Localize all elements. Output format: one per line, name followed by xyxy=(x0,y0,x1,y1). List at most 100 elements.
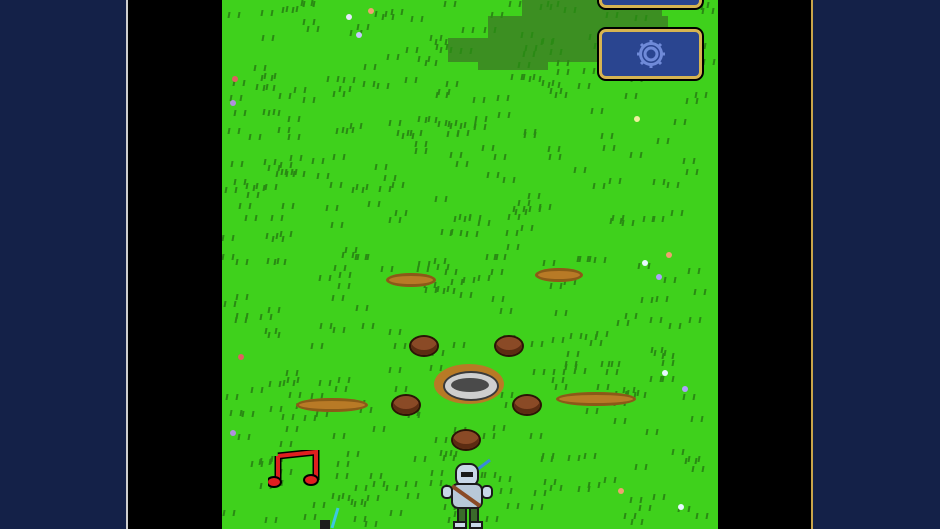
grass-tuft xyxy=(687,268,701,274)
grass-tuft xyxy=(616,320,630,326)
grass-tuft xyxy=(335,128,349,134)
grass-tuft xyxy=(369,473,383,479)
grass-tuft xyxy=(684,458,698,464)
grass-tuft xyxy=(332,154,346,160)
grass-tuft xyxy=(702,59,716,65)
grass-tuft xyxy=(245,183,259,189)
grass-tuft xyxy=(603,477,617,483)
grass-tuft xyxy=(429,35,443,41)
grass-tuft xyxy=(621,220,635,226)
grass-tuft xyxy=(222,510,236,516)
grass-tuft xyxy=(595,331,609,337)
grass-tuft xyxy=(333,265,347,271)
grass-tuft xyxy=(433,258,447,264)
grass-tuft xyxy=(261,35,275,41)
grass-tuft xyxy=(652,494,666,500)
grass-tuft xyxy=(685,98,699,104)
pit-stones xyxy=(443,371,499,401)
grass-tuft xyxy=(645,429,659,435)
grass-tuft xyxy=(255,84,269,90)
grass-tuft xyxy=(492,425,506,431)
letterbox-right xyxy=(718,0,811,529)
grass-tuft xyxy=(424,117,438,123)
grass-tuft xyxy=(563,7,577,13)
grass-tuft xyxy=(446,131,460,137)
grass-tuft xyxy=(285,370,299,376)
grass-tuft xyxy=(497,112,511,118)
grass-tuft xyxy=(498,476,512,482)
grass-tuft xyxy=(372,481,386,487)
grass-tuft xyxy=(332,327,346,333)
grass-tuft xyxy=(554,310,568,316)
grass-tuft xyxy=(554,92,568,98)
grass-tuft xyxy=(486,172,500,178)
flower xyxy=(232,76,238,82)
grass-tuft xyxy=(410,16,424,22)
grass-tuft xyxy=(385,485,399,491)
grass-tuft xyxy=(259,314,273,320)
grass-tuft xyxy=(342,77,356,83)
grass-tuft xyxy=(388,120,402,126)
grass-tuft xyxy=(624,313,638,319)
grass-tuft xyxy=(690,416,704,422)
grass-tuft xyxy=(593,257,607,263)
grass-tuft xyxy=(267,110,281,116)
flower xyxy=(656,274,662,280)
grass-tuft xyxy=(394,210,408,216)
grass-tuft xyxy=(652,179,666,185)
grass-tuft xyxy=(701,8,715,14)
settings-button[interactable] xyxy=(599,29,702,79)
grass-tuft xyxy=(346,451,360,457)
grass-tuft xyxy=(523,132,537,138)
flower xyxy=(682,386,688,392)
grass-tuft xyxy=(279,441,293,447)
grass-tuft xyxy=(493,154,507,160)
grass-tuft xyxy=(602,145,616,151)
grass-tuft xyxy=(585,408,599,414)
tree-stump xyxy=(393,396,419,414)
grass-tuft xyxy=(222,235,235,241)
grass-tuft xyxy=(605,369,619,375)
grass-tuft xyxy=(688,317,702,323)
grass-tuft xyxy=(554,384,568,390)
grass-tuft xyxy=(435,92,449,98)
grass-tuft xyxy=(491,296,505,302)
grass-tuft xyxy=(414,148,428,154)
grass-tuft xyxy=(496,95,510,101)
game-field[interactable] xyxy=(222,0,718,529)
grass-tuft xyxy=(268,381,282,387)
grass-tuft xyxy=(434,437,448,443)
dirt-patch xyxy=(386,273,436,287)
grass-tuft xyxy=(353,501,367,507)
grass-tuft xyxy=(386,54,400,60)
grass-tuft xyxy=(505,230,519,236)
grass-tuft xyxy=(551,377,565,383)
grass-tuft xyxy=(267,165,281,171)
grass-tuft xyxy=(293,87,307,93)
flower xyxy=(618,488,624,494)
grass-tuft xyxy=(281,414,295,420)
grass-tuft xyxy=(499,308,513,314)
grass-tuft xyxy=(332,433,346,439)
flower xyxy=(634,116,640,122)
grass-tuft xyxy=(287,116,301,122)
grass-tuft xyxy=(655,296,669,302)
music-note-icon[interactable] xyxy=(268,450,320,490)
grass-tuft xyxy=(551,337,565,343)
grass-tuft xyxy=(661,376,675,382)
grass-tuft xyxy=(522,51,536,57)
grass-tuft xyxy=(404,481,418,487)
grass-tuft xyxy=(629,497,643,503)
grass-tuft xyxy=(556,60,570,66)
grass-tuft xyxy=(528,206,542,212)
menu-button[interactable] xyxy=(599,0,702,8)
grass-tuft xyxy=(279,162,293,168)
grass-tuft xyxy=(404,77,418,83)
player-knight[interactable] xyxy=(434,458,500,529)
grass-tuft xyxy=(540,456,554,462)
grass-tuft xyxy=(578,256,592,262)
grass-tuft xyxy=(450,279,464,285)
grass-tuft xyxy=(642,216,656,222)
grass-tuft xyxy=(302,19,316,25)
grass-tuft xyxy=(573,368,587,374)
